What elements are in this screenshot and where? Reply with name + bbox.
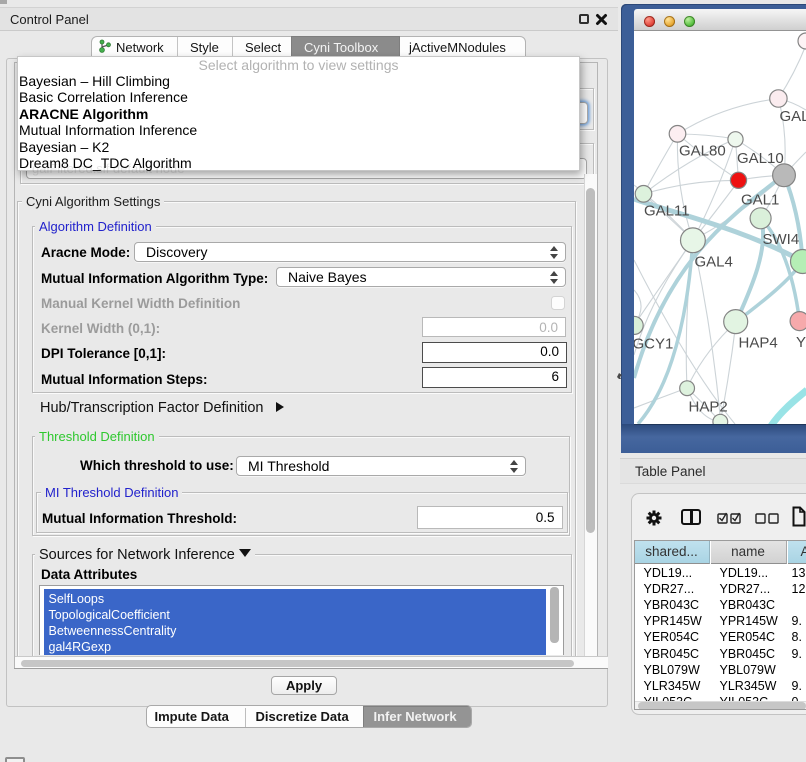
svg-text:GAL: GAL [780, 108, 806, 125]
svg-text:GCY1: GCY1 [634, 336, 673, 353]
svg-text:Y: Y [796, 334, 806, 351]
svg-text:GAL10: GAL10 [737, 150, 784, 167]
svg-text:GAL4: GAL4 [695, 254, 733, 271]
svg-text:HAP2: HAP2 [689, 399, 728, 416]
svg-text:GAL1: GAL1 [741, 192, 779, 209]
svg-text:GAL11: GAL11 [644, 203, 690, 220]
svg-text:GAL80: GAL80 [679, 143, 726, 160]
svg-text:HAP4: HAP4 [739, 335, 778, 352]
svg-text:SWI4: SWI4 [763, 231, 800, 248]
